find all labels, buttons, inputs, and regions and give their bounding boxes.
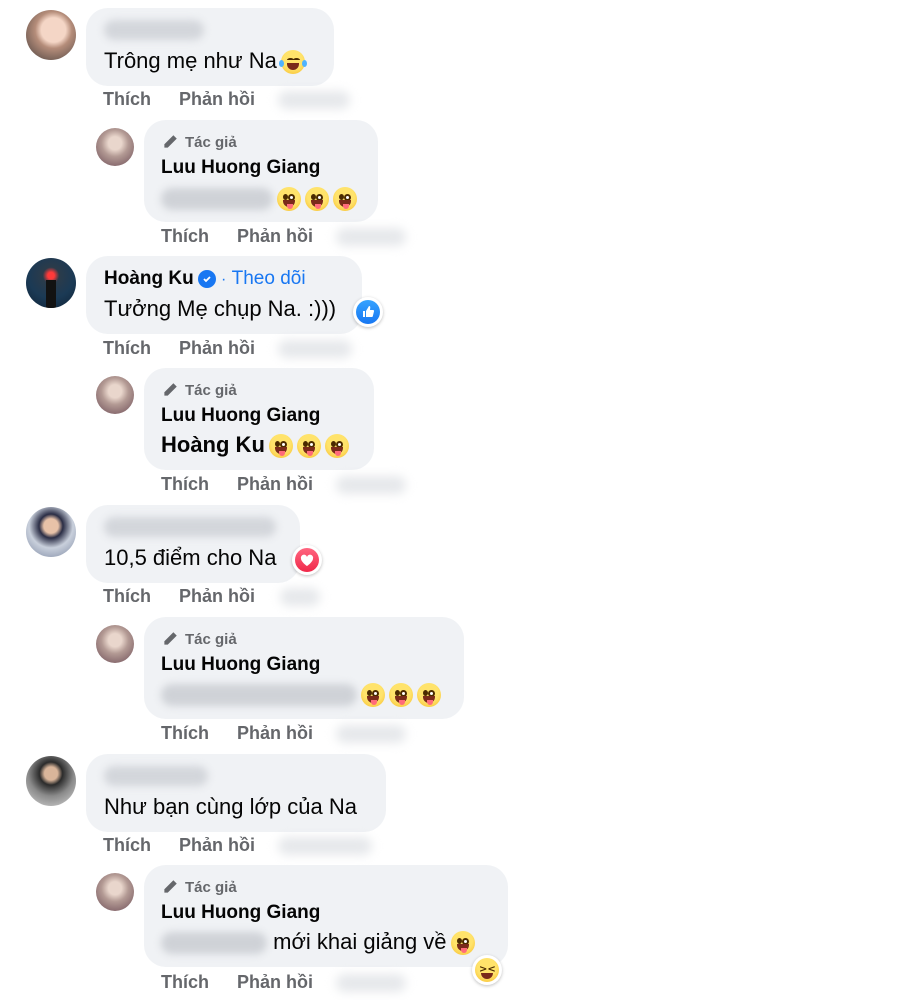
reply-author-name[interactable]: Luu Huong Giang xyxy=(161,654,320,676)
author-badge-label: Tác giả xyxy=(185,381,237,399)
author-badge: Tác giả xyxy=(161,381,237,399)
pencil-icon xyxy=(164,135,177,148)
comment-bubble: 10,5 điểm cho Na xyxy=(86,505,300,583)
reply-button[interactable]: Phản hồi xyxy=(179,338,255,359)
reply-text: Hoàng Ku xyxy=(161,432,349,459)
blurred-mention xyxy=(161,932,267,955)
like-button[interactable]: Thích xyxy=(161,474,209,495)
blurred-commenter-name[interactable] xyxy=(104,517,276,537)
blurred-mention xyxy=(161,188,273,211)
winking-tongue-emoji xyxy=(361,683,385,708)
winking-tongue-emoji xyxy=(324,434,349,459)
verified-badge-icon xyxy=(197,269,216,288)
winking-tongue-emoji xyxy=(450,931,475,956)
author-avatar[interactable] xyxy=(96,625,134,663)
pencil-icon xyxy=(164,632,177,645)
winking-tongue-emoji xyxy=(333,187,357,212)
blurred-timestamp xyxy=(336,974,406,992)
tears-of-joy-emoji xyxy=(278,50,307,75)
blurred-commenter-name[interactable] xyxy=(104,766,208,786)
reply-button[interactable]: Phản hồi xyxy=(237,226,313,247)
reply-button[interactable]: Phản hồi xyxy=(179,835,255,856)
like-button[interactable]: Thích xyxy=(103,338,151,359)
follow-button[interactable]: Theo dõi xyxy=(232,268,306,289)
like-reaction-icon[interactable] xyxy=(353,297,383,327)
like-button[interactable]: Thích xyxy=(161,723,209,744)
comment-text: 10,5 điểm cho Na xyxy=(104,545,277,570)
comment-bubble: Hoàng Ku · Theo dõi Tưởng Mẹ chụp Na. :)… xyxy=(86,256,362,334)
like-button[interactable]: Thích xyxy=(161,226,209,247)
reply-button[interactable]: Phản hồi xyxy=(237,474,313,495)
blurred-timestamp xyxy=(278,837,372,855)
author-avatar[interactable] xyxy=(96,128,134,166)
commenter-avatar[interactable] xyxy=(26,507,76,557)
reply-button[interactable]: Phản hồi xyxy=(179,586,255,607)
author-badge: Tác giả xyxy=(161,878,237,896)
reply-author-name[interactable]: Luu Huong Giang xyxy=(161,405,320,427)
blurred-timestamp xyxy=(336,228,406,246)
reply-button[interactable]: Phản hồi xyxy=(179,89,255,110)
mention-link[interactable]: Hoàng Ku xyxy=(161,432,265,457)
author-badge: Tác giả xyxy=(161,630,237,648)
author-badge: Tác giả xyxy=(161,133,237,151)
reply-bubble: Tác giả Luu Huong Giang xyxy=(144,120,378,222)
winking-tongue-emoji xyxy=(277,187,301,212)
reply-text xyxy=(161,185,357,212)
blurred-commenter-name[interactable] xyxy=(104,20,204,40)
reply-bubble: Tác giả Luu Huong Giang xyxy=(144,617,464,719)
love-reaction-icon[interactable] xyxy=(292,545,322,575)
like-button[interactable]: Thích xyxy=(103,835,151,856)
author-badge-label: Tác giả xyxy=(185,630,237,648)
commenter-name: Hoàng Ku · Theo dõi xyxy=(104,268,306,290)
reply-bubble: Tác giả Luu Huong Giang mới khai giảng v… xyxy=(144,865,508,967)
blurred-timestamp xyxy=(336,476,406,494)
comment-bubble: Như bạn cùng lớp của Na xyxy=(86,754,386,832)
winking-tongue-emoji xyxy=(296,434,321,459)
comment-text: Trông mẹ như Na xyxy=(104,48,307,75)
commenter-avatar[interactable] xyxy=(26,10,76,60)
reply-button[interactable]: Phản hồi xyxy=(237,972,313,993)
comment-text-content: Trông mẹ như Na xyxy=(104,48,277,73)
like-button[interactable]: Thích xyxy=(103,586,151,607)
author-avatar[interactable] xyxy=(96,376,134,414)
pencil-icon xyxy=(164,383,177,396)
blurred-timestamp xyxy=(278,91,350,109)
commenter-name-text[interactable]: Hoàng Ku xyxy=(104,268,194,289)
reply-author-name[interactable]: Luu Huong Giang xyxy=(161,902,320,924)
comment-text: Như bạn cùng lớp của Na xyxy=(104,794,357,819)
reply-text-content: mới khai giảng về xyxy=(273,929,447,954)
reply-button[interactable]: Phản hồi xyxy=(237,723,313,744)
blurred-mention xyxy=(161,684,357,707)
author-avatar[interactable] xyxy=(96,873,134,911)
author-badge-label: Tác giả xyxy=(185,878,237,896)
blurred-timestamp xyxy=(336,725,406,743)
blurred-timestamp xyxy=(280,588,320,606)
pencil-icon xyxy=(164,880,177,893)
reply-author-name[interactable]: Luu Huong Giang xyxy=(161,157,320,179)
haha-reaction-icon[interactable]: >< xyxy=(472,955,502,985)
commenter-avatar[interactable] xyxy=(26,258,76,308)
commenter-avatar[interactable] xyxy=(26,756,76,806)
like-button[interactable]: Thích xyxy=(161,972,209,993)
comment-text: Tưởng Mẹ chụp Na. :))) xyxy=(104,296,337,321)
reply-bubble: Tác giả Luu Huong Giang Hoàng Ku xyxy=(144,368,374,470)
separator-dot: · xyxy=(221,271,227,288)
blurred-timestamp xyxy=(278,340,352,358)
winking-tongue-emoji xyxy=(305,187,329,212)
winking-tongue-emoji xyxy=(268,434,293,459)
author-badge-label: Tác giả xyxy=(185,133,237,151)
winking-tongue-emoji xyxy=(389,683,413,708)
winking-tongue-emoji xyxy=(417,683,441,708)
like-button[interactable]: Thích xyxy=(103,89,151,110)
reply-text xyxy=(161,681,441,708)
reply-text: mới khai giảng về xyxy=(161,929,475,956)
comment-bubble: Trông mẹ như Na xyxy=(86,8,334,86)
